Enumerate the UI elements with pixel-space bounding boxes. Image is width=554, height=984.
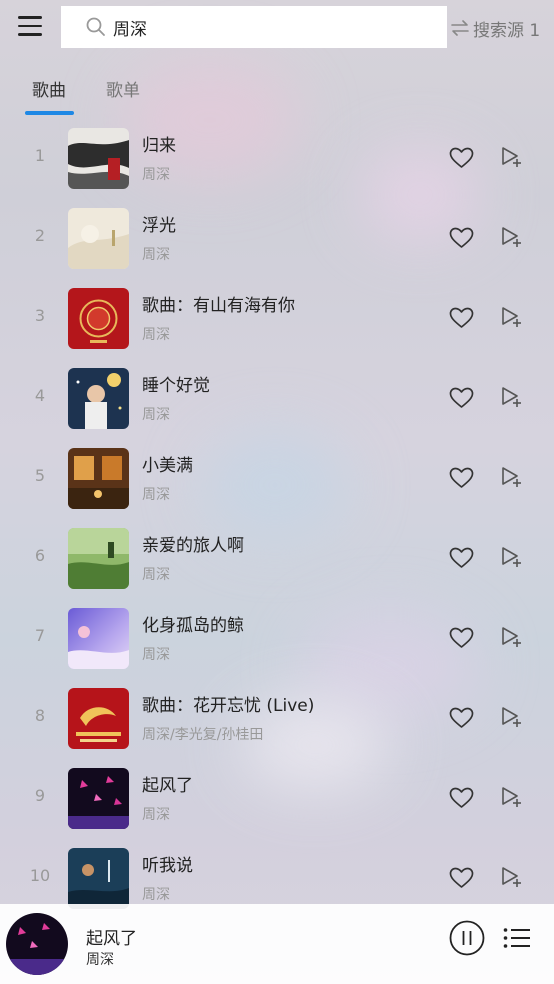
- song-title: 起风了: [142, 776, 193, 796]
- song-title: 亲爱的旅人啊: [142, 536, 244, 556]
- song-artist: 周深: [142, 807, 170, 823]
- song-row[interactable]: 4 睡个好觉 周深: [0, 358, 554, 438]
- song-artist: 周深: [142, 327, 170, 343]
- active-tab-indicator: [25, 111, 74, 115]
- song-row[interactable]: 6 亲爱的旅人啊 周深: [0, 518, 554, 598]
- search-input[interactable]: [113, 6, 433, 48]
- album-cover: [68, 608, 129, 669]
- song-title: 歌曲：花开忘忧 (Live): [142, 696, 315, 716]
- now-playing-title: 起风了: [86, 929, 137, 949]
- add-to-queue-icon[interactable]: [500, 386, 522, 408]
- song-artist: 周深: [142, 247, 170, 263]
- song-artist: 周深: [142, 167, 170, 183]
- heart-outline-icon[interactable]: [449, 307, 474, 329]
- song-title: 歌曲：有山有海有你: [142, 296, 295, 316]
- album-cover: [68, 448, 129, 509]
- search-icon: [86, 17, 105, 36]
- song-title: 化身孤岛的鲸: [142, 616, 244, 636]
- add-to-queue-icon[interactable]: [500, 786, 522, 808]
- album-cover: [68, 368, 129, 429]
- song-row[interactable]: 9 起风了 周深: [0, 758, 554, 838]
- song-row[interactable]: 3 歌曲：有山有海有你 周深: [0, 278, 554, 358]
- song-artist: 周深: [142, 647, 170, 663]
- song-title: 归来: [142, 136, 176, 156]
- song-artist: 周深: [142, 887, 170, 903]
- song-artist: 周深: [142, 567, 170, 583]
- search-source-label: 搜索源 1: [473, 20, 541, 41]
- add-to-queue-icon[interactable]: [500, 226, 522, 248]
- search-source-button[interactable]: 搜索源 1: [451, 16, 541, 41]
- now-playing-artist: 周深: [86, 952, 114, 968]
- add-to-queue-icon[interactable]: [500, 706, 522, 728]
- pause-icon[interactable]: [449, 920, 485, 956]
- song-artist: 周深: [142, 487, 170, 503]
- add-to-queue-icon[interactable]: [500, 866, 522, 888]
- top-bar: 搜索源 1: [0, 0, 554, 56]
- heart-outline-icon[interactable]: [449, 627, 474, 649]
- song-row[interactable]: 1 归来 周深: [0, 118, 554, 198]
- heart-outline-icon[interactable]: [449, 787, 474, 809]
- add-to-queue-icon[interactable]: [500, 146, 522, 168]
- hamburger-menu-icon[interactable]: [18, 16, 44, 40]
- playlist-icon[interactable]: [503, 927, 531, 949]
- song-row[interactable]: 2 浮光 周深: [0, 198, 554, 278]
- tab-songs[interactable]: 歌曲: [32, 76, 66, 101]
- add-to-queue-icon[interactable]: [500, 546, 522, 568]
- song-row[interactable]: 5 小美满 周深: [0, 438, 554, 518]
- heart-outline-icon[interactable]: [449, 387, 474, 409]
- song-title: 小美满: [142, 456, 193, 476]
- song-row[interactable]: 8 歌曲：花开忘忧 (Live) 周深/李光复/孙桂田: [0, 678, 554, 758]
- song-title: 听我说: [142, 856, 193, 876]
- song-artist: 周深/李光复/孙桂田: [142, 727, 264, 743]
- heart-outline-icon[interactable]: [449, 147, 474, 169]
- add-to-queue-icon[interactable]: [500, 466, 522, 488]
- swap-icon: [451, 20, 469, 36]
- song-row[interactable]: 7 化身孤岛的鲸 周深: [0, 598, 554, 678]
- heart-outline-icon[interactable]: [449, 867, 474, 889]
- add-to-queue-icon[interactable]: [500, 626, 522, 648]
- add-to-queue-icon[interactable]: [500, 306, 522, 328]
- heart-outline-icon[interactable]: [449, 707, 474, 729]
- album-cover: [68, 688, 129, 749]
- song-artist: 周深: [142, 407, 170, 423]
- album-cover: [68, 528, 129, 589]
- tab-playlists[interactable]: 歌单: [106, 76, 140, 101]
- song-title: 睡个好觉: [142, 376, 210, 396]
- album-cover: [68, 208, 129, 269]
- album-cover: [68, 848, 129, 909]
- now-playing-cover[interactable]: [6, 913, 68, 975]
- search-box[interactable]: [61, 6, 447, 48]
- heart-outline-icon[interactable]: [449, 227, 474, 249]
- heart-outline-icon[interactable]: [449, 547, 474, 569]
- album-cover: [68, 768, 129, 829]
- album-cover: [68, 288, 129, 349]
- heart-outline-icon[interactable]: [449, 467, 474, 489]
- song-title: 浮光: [142, 216, 176, 236]
- album-cover: [68, 128, 129, 189]
